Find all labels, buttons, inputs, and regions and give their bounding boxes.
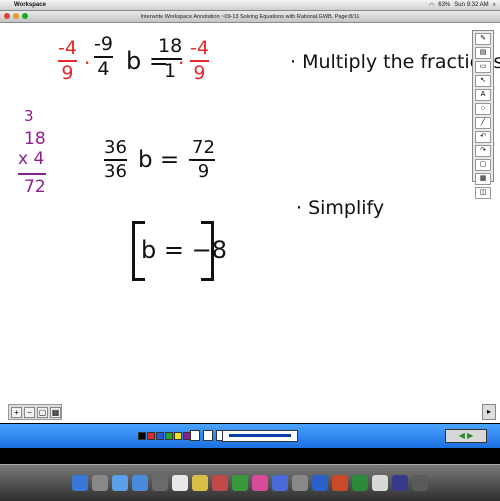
page-sorter-icon[interactable]: ▦: [50, 406, 61, 418]
color-red[interactable]: [147, 432, 155, 440]
fit-page-icon[interactable]: ▢: [37, 406, 48, 418]
workspace-app-icon[interactable]: [392, 475, 408, 491]
page-navigation[interactable]: ◀ ▶: [445, 429, 487, 443]
highlighter-tool-icon[interactable]: ▤: [475, 47, 491, 59]
redo-icon[interactable]: ↷: [475, 145, 491, 157]
color-black[interactable]: [138, 432, 146, 440]
fraction-neg4-over-9: -4 9: [58, 37, 77, 84]
spotlight-icon[interactable]: ⌕: [493, 2, 496, 9]
line-style-buttons: [190, 430, 226, 441]
carry-digit: 3: [24, 107, 34, 125]
close-icon[interactable]: [4, 13, 10, 19]
eraser-tool-icon[interactable]: ▭: [475, 61, 491, 73]
collapse-panel-icon[interactable]: ▸: [482, 404, 496, 420]
window-titlebar: Interwrite Workspace Annotation ~09-13 S…: [0, 11, 500, 23]
mail-icon[interactable]: [112, 475, 128, 491]
launchpad-icon[interactable]: [92, 475, 108, 491]
safari-icon[interactable]: [132, 475, 148, 491]
battery-percent[interactable]: 63%: [438, 2, 450, 8]
preview-icon[interactable]: [372, 475, 388, 491]
undo-icon[interactable]: ↶: [475, 131, 491, 143]
excel-icon[interactable]: [352, 475, 368, 491]
window-title: Interwrite Workspace Annotation ~09-13 S…: [140, 13, 360, 20]
note-simplify: · Simplify: [296, 197, 385, 219]
line-style-dash[interactable]: [203, 430, 213, 441]
zoom-controls: + − ▢ ▦: [8, 404, 62, 420]
gallery-icon[interactable]: ▦: [475, 173, 491, 185]
fraction-neg4-over-9-right: -4 9: [190, 37, 209, 84]
side-work-rule: [18, 173, 46, 175]
note-multiply-fractions: · Multiply the fractions: [290, 51, 500, 73]
itunes-icon[interactable]: [252, 475, 268, 491]
app-menu[interactable]: Workspace: [14, 2, 46, 8]
window-controls: [4, 13, 28, 19]
pen-tool-icon[interactable]: ✎: [475, 33, 491, 45]
status-area: ◠ 63% Sun 9:32 AM ⌕: [429, 2, 500, 9]
clock[interactable]: Sun 9:32 AM: [454, 2, 488, 8]
side-work-top: 18: [24, 129, 46, 149]
zoom-in-icon[interactable]: +: [11, 406, 22, 418]
photos-icon[interactable]: [212, 475, 228, 491]
facetime-icon[interactable]: [232, 475, 248, 491]
select-tool-icon[interactable]: ↖: [475, 75, 491, 87]
color-blue[interactable]: [156, 432, 164, 440]
app-store-icon[interactable]: [272, 475, 288, 491]
system-preferences-icon[interactable]: [292, 475, 308, 491]
wifi-icon[interactable]: ◠: [429, 2, 434, 9]
side-work-multiplier: x 4: [18, 149, 45, 169]
answer-bracket: b = −8: [132, 221, 227, 281]
finder-icon[interactable]: [72, 475, 88, 491]
line-tool-icon[interactable]: ╱: [475, 117, 491, 129]
line-style-solid[interactable]: [190, 430, 200, 441]
calendar-icon[interactable]: [172, 475, 188, 491]
whiteboard-canvas[interactable]: -4 9 · -9 4 b = 18 1 · -4 9 · Multiply t…: [0, 23, 500, 423]
text-tool-icon[interactable]: A: [475, 89, 491, 101]
color-green[interactable]: [165, 432, 173, 440]
menu-bar: Workspace ◠ 63% Sun 9:32 AM ⌕: [0, 0, 500, 11]
capture-icon[interactable]: ◫: [475, 187, 491, 199]
line-width-selector[interactable]: [222, 430, 298, 442]
powerpoint-icon[interactable]: [332, 475, 348, 491]
zoom-icon[interactable]: [22, 13, 28, 19]
notes-icon[interactable]: [192, 475, 208, 491]
answer-text: b = −8: [141, 236, 227, 264]
contacts-icon[interactable]: [152, 475, 168, 491]
multiply-dot: ·: [178, 51, 185, 75]
fraction-neg9-over-4: -9 4: [94, 33, 113, 80]
minimize-icon[interactable]: [13, 13, 19, 19]
tool-palette: ✎ ▤ ▭ ↖ A ○ ╱ ↶ ↷ ▢ ▦ ◫: [472, 30, 494, 199]
word-icon[interactable]: [312, 475, 328, 491]
bottom-toolbar: ◀ ▶: [0, 424, 500, 448]
fraction-36-over-36: 36 36: [104, 137, 127, 182]
multiply-dot: ·: [84, 51, 91, 75]
shape-tool-icon[interactable]: ○: [475, 103, 491, 115]
fraction-72-over-9: 72 9: [192, 137, 215, 182]
color-swatches: [138, 432, 191, 440]
zoom-out-icon[interactable]: −: [24, 406, 35, 418]
trash-icon[interactable]: [412, 475, 428, 491]
color-yellow[interactable]: [174, 432, 182, 440]
side-work-result: 72: [24, 177, 46, 197]
dock: [0, 464, 500, 501]
page-icon[interactable]: ▢: [475, 159, 491, 171]
